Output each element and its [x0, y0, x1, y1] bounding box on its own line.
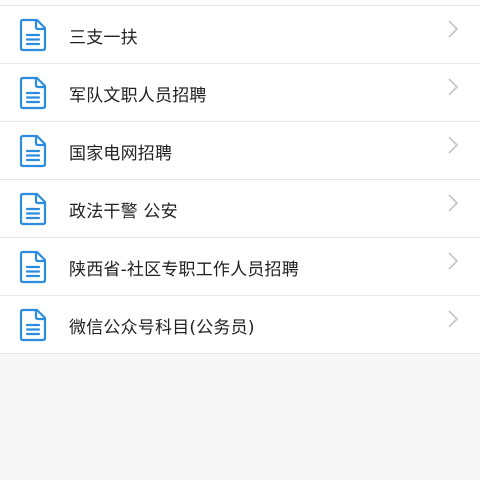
document-icon [18, 18, 48, 52]
document-icon [18, 134, 48, 168]
list-item-label: 军队文职人员招聘 [69, 85, 207, 106]
list-item-label: 国家电网招聘 [69, 143, 173, 164]
list-item-label: 政法干警 公安 [69, 201, 178, 222]
list-item-5[interactable]: 微信公众号科目(公务员) [0, 296, 480, 354]
document-icon [18, 192, 48, 226]
chevron-right-icon [446, 309, 460, 329]
chevron-right-icon [446, 135, 460, 155]
list-item-label: 微信公众号科目(公务员) [69, 317, 255, 338]
chevron-right-icon [446, 251, 460, 271]
list-item-4[interactable]: 陕西省-社区专职工作人员招聘 [0, 238, 480, 296]
list-item-2[interactable]: 国家电网招聘 [0, 122, 480, 180]
list-item-label: 陕西省-社区专职工作人员招聘 [69, 259, 299, 280]
document-icon [18, 76, 48, 110]
chevron-right-icon [446, 77, 460, 97]
list-item-1[interactable]: 军队文职人员招聘 [0, 64, 480, 122]
list-item-0[interactable]: 三支一扶 [0, 6, 480, 64]
chevron-right-icon [446, 193, 460, 213]
list-item-3[interactable]: 政法干警 公安 [0, 180, 480, 238]
category-list: 三支一扶 军队文职人员招聘 国家电网招聘 政法干警 公安 陕西省-社区专职工作人… [0, 0, 480, 354]
chevron-right-icon [446, 19, 460, 39]
list-item-label: 三支一扶 [69, 27, 138, 48]
document-icon [18, 308, 48, 342]
document-icon [18, 250, 48, 284]
